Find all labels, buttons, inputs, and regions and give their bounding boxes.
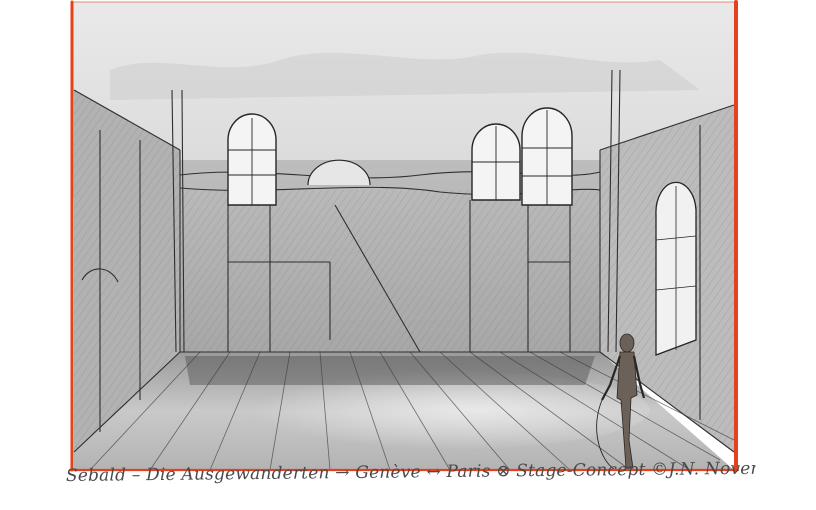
side-window-right [655,181,697,356]
floor-shadow [185,356,595,385]
stage-sketch [68,0,740,472]
arched-window-left [227,113,277,206]
arched-window-center-left [471,123,521,201]
arched-window-center-right [521,107,573,206]
